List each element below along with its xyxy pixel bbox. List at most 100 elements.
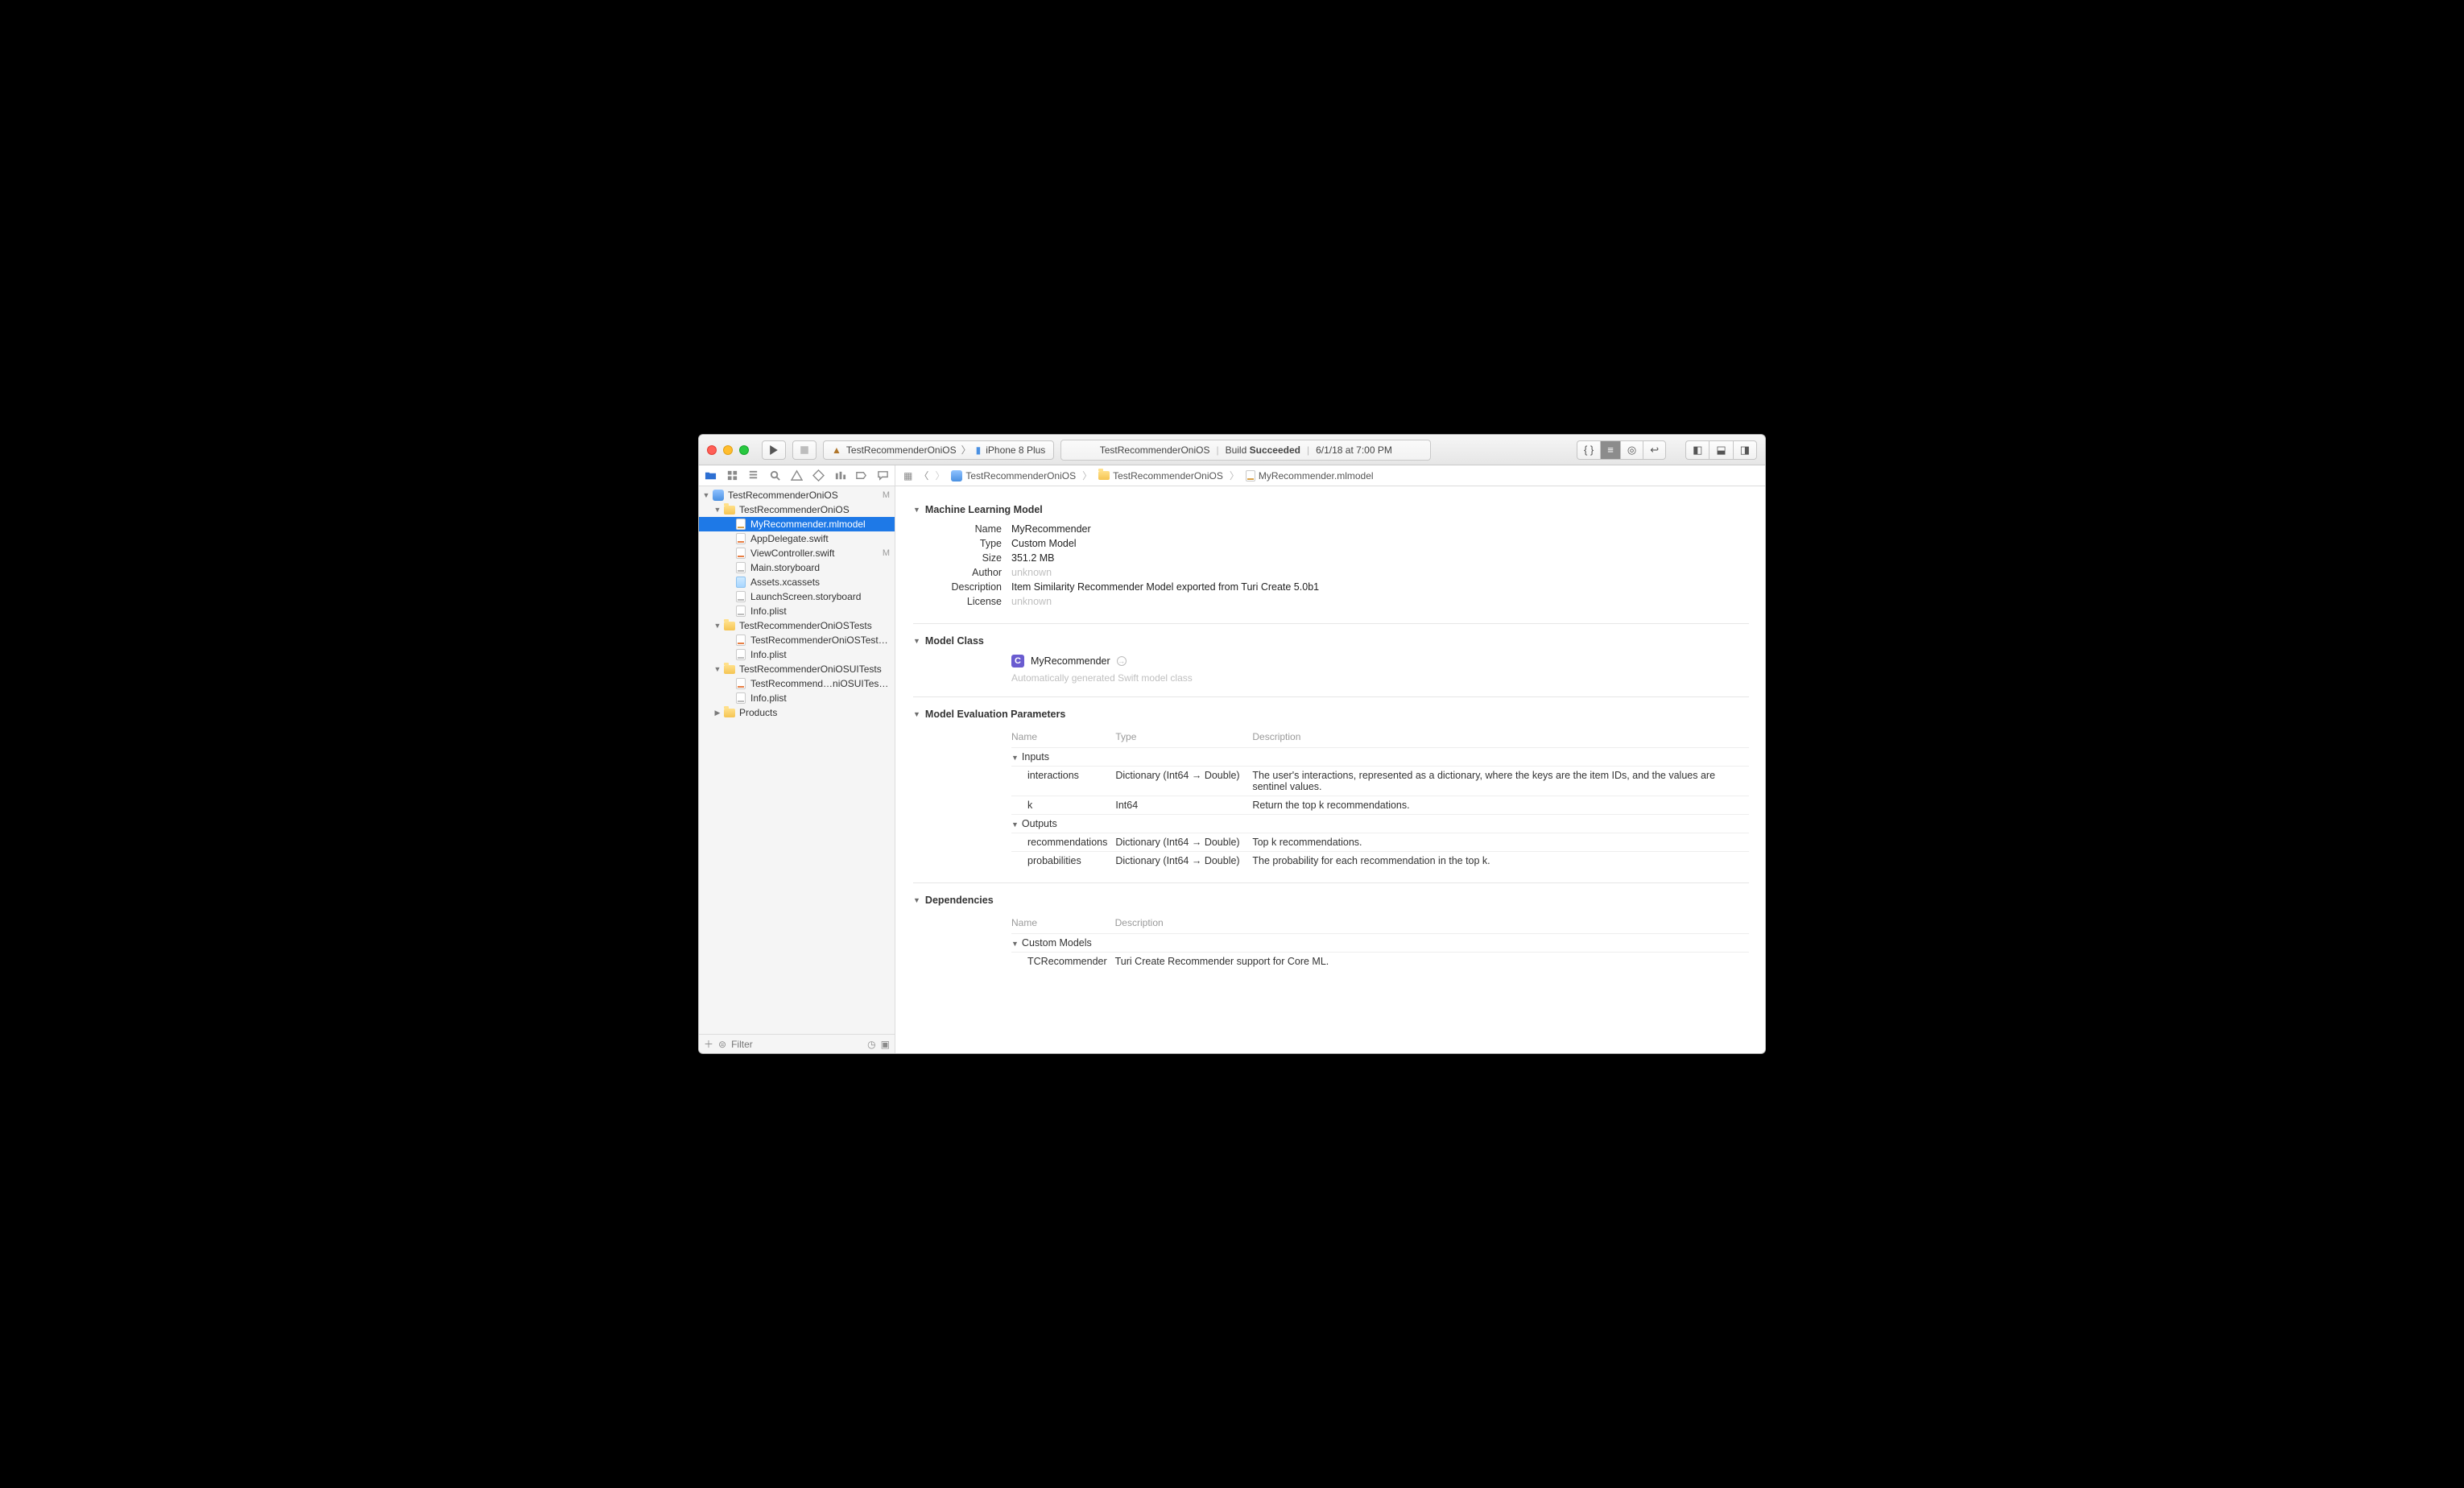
toggle-left-panel[interactable]: ◧ <box>1685 440 1709 460</box>
file-icon <box>736 634 746 646</box>
tree-file[interactable]: MyRecommender.mlmodel <box>699 517 895 531</box>
tree-file[interactable]: Info.plist <box>699 691 895 705</box>
symbol-navigator-tab[interactable] <box>743 469 765 482</box>
file-icon <box>736 678 746 689</box>
table-row[interactable]: probabilitiesDictionary (Int64 → Double)… <box>1011 852 1749 870</box>
navigator-filter-bar: ＋ ⊜ ◷ ▣ <box>699 1034 895 1053</box>
table-row[interactable]: interactionsDictionary (Int64 → Double)T… <box>1011 767 1749 796</box>
forward-button[interactable]: 〉 <box>935 469 945 482</box>
folder-icon <box>724 506 735 515</box>
report-navigator-tab[interactable] <box>872 469 894 482</box>
tree-file[interactable]: TestRecommenderOniOSTests.swift <box>699 633 895 647</box>
hierarchy-icon <box>747 469 759 482</box>
toggle-right-panel[interactable]: ◨ <box>1733 440 1757 460</box>
zoom-window-button[interactable] <box>739 445 749 455</box>
project-icon <box>713 490 724 501</box>
search-icon <box>769 469 781 482</box>
disclosure-icon[interactable]: ▼ <box>913 710 920 718</box>
close-window-button[interactable] <box>707 445 717 455</box>
play-icon <box>769 445 779 455</box>
version-editor-button[interactable]: ↩ <box>1643 440 1666 460</box>
folder-icon <box>724 709 735 717</box>
toggle-bottom-panel[interactable]: ⬓ <box>1709 440 1732 460</box>
folder-icon <box>705 469 717 482</box>
panel-right-icon: ◨ <box>1740 444 1750 457</box>
file-icon <box>736 692 746 704</box>
section-model-class: ▼Model Class C MyRecommender → Automatic… <box>913 624 1749 697</box>
minimize-window-button[interactable] <box>723 445 733 455</box>
crumb-file[interactable]: MyRecommender.mlmodel <box>1246 470 1374 482</box>
table-row[interactable]: recommendationsDictionary (Int64 → Doubl… <box>1011 833 1749 852</box>
file-tree[interactable]: ▼ TestRecommenderOniOSM ▼ TestRecommende… <box>699 486 895 1034</box>
crumb-group[interactable]: TestRecommenderOniOS <box>1098 470 1223 482</box>
section-ml-model: ▼Machine Learning Model NameMyRecommende… <box>913 493 1749 624</box>
file-icon <box>736 562 746 573</box>
project-navigator: ▼ TestRecommenderOniOSM ▼ TestRecommende… <box>699 486 895 1053</box>
table-row[interactable]: TCRecommenderTuri Create Recommender sup… <box>1011 953 1749 971</box>
table-row[interactable]: kInt64Return the top k recommendations. <box>1011 796 1749 815</box>
breakpoint-icon <box>855 469 867 482</box>
debug-navigator-tab[interactable] <box>829 469 851 482</box>
editor-mode-group: { } ≡ ◎ ↩ <box>1577 440 1666 460</box>
related-items-icon[interactable]: ▦ <box>903 470 912 482</box>
tree-group-products[interactable]: ▶ Products <box>699 705 895 720</box>
file-icon <box>736 649 746 660</box>
tree-file[interactable]: LaunchScreen.storyboard <box>699 589 895 604</box>
tree-file[interactable]: AppDelegate.swift <box>699 531 895 546</box>
disclosure-icon[interactable]: ▼ <box>913 896 920 904</box>
find-navigator-tab[interactable] <box>764 469 786 482</box>
stop-button[interactable] <box>792 440 817 460</box>
disclosure-icon[interactable]: ▼ <box>913 506 920 514</box>
tree-file[interactable]: Info.plist <box>699 647 895 662</box>
assistant-editor-button[interactable]: ◎ <box>1620 440 1643 460</box>
secondary-toolbar: ▦ 〈 〉 TestRecommenderOniOS 〉 TestRecomme… <box>699 465 1765 486</box>
filter-icon: ⊜ <box>718 1039 726 1050</box>
section-eval-params: ▼Model Evaluation Parameters NameTypeDes… <box>913 697 1749 883</box>
tree-group[interactable]: ▼ TestRecommenderOniOS <box>699 502 895 517</box>
crumb-project[interactable]: TestRecommenderOniOS <box>951 470 1076 482</box>
folder-icon <box>724 622 735 630</box>
scheme-selector[interactable]: ▲ TestRecommenderOniOS 〉 ▮ iPhone 8 Plus <box>823 440 1054 460</box>
model-class-link[interactable]: MyRecommender <box>1031 655 1110 667</box>
tree-file[interactable]: Assets.xcassets <box>699 575 895 589</box>
model-license: unknown <box>1011 596 1052 607</box>
issue-navigator-tab[interactable] <box>786 469 808 482</box>
tree-file[interactable]: Info.plist <box>699 604 895 618</box>
disclosure-icon[interactable]: ▼ <box>913 637 920 645</box>
test-navigator-tab[interactable] <box>808 469 829 482</box>
project-icon <box>951 470 962 482</box>
add-button[interactable]: ＋ <box>704 1037 713 1051</box>
file-icon <box>736 591 746 602</box>
jump-to-class-icon[interactable]: → <box>1117 656 1127 666</box>
params-table: NameTypeDescription ▼Inputs interactions… <box>1011 728 1749 870</box>
mlmodel-icon <box>1246 470 1255 482</box>
tree-project-root[interactable]: ▼ TestRecommenderOniOSM <box>699 488 895 502</box>
model-name: MyRecommender <box>1011 523 1091 535</box>
model-author: unknown <box>1011 567 1052 578</box>
tree-file[interactable]: TestRecommend…niOSUITests.swift <box>699 676 895 691</box>
recent-filter-icon[interactable]: ◷ <box>867 1039 875 1050</box>
source-control-navigator-tab[interactable] <box>721 469 743 482</box>
tree-group[interactable]: ▼ TestRecommenderOniOSUITests <box>699 662 895 676</box>
class-hint: Automatically generated Swift model clas… <box>1011 672 1749 684</box>
tree-file[interactable]: ViewController.swiftM <box>699 546 895 560</box>
scm-filter-icon[interactable]: ▣ <box>881 1039 890 1050</box>
code-snippet-button[interactable]: { } <box>1577 440 1600 460</box>
class-badge-icon: C <box>1011 655 1024 668</box>
filter-input[interactable] <box>731 1039 862 1050</box>
model-size: 351.2 MB <box>1011 552 1055 564</box>
window-controls <box>707 445 749 455</box>
folder-icon <box>1098 471 1110 480</box>
speech-icon <box>877 469 889 482</box>
back-button[interactable]: 〈 <box>919 469 928 482</box>
standard-editor-button[interactable]: ≡ <box>1600 440 1620 460</box>
breakpoint-navigator-tab[interactable] <box>850 469 872 482</box>
braces-icon: { } <box>1584 444 1594 456</box>
stop-icon <box>800 445 809 455</box>
jump-bar[interactable]: ▦ 〈 〉 TestRecommenderOniOS 〉 TestRecomme… <box>895 465 1382 486</box>
scheme-target: TestRecommenderOniOS <box>846 444 957 456</box>
project-navigator-tab[interactable] <box>700 469 721 482</box>
tree-group[interactable]: ▼ TestRecommenderOniOSTests <box>699 618 895 633</box>
run-button[interactable] <box>762 440 786 460</box>
tree-file[interactable]: Main.storyboard <box>699 560 895 575</box>
